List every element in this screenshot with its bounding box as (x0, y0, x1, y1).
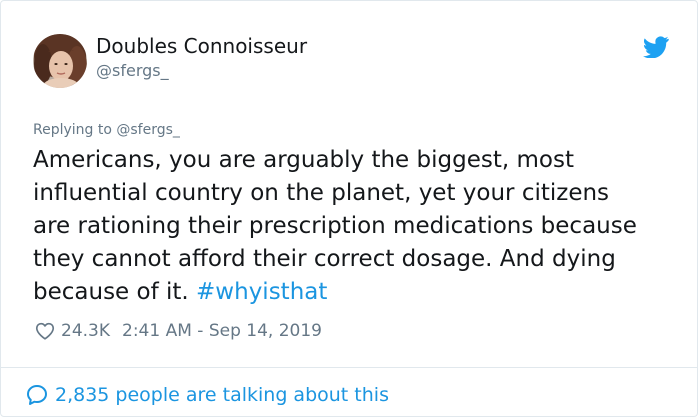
like-button[interactable]: 24.3K (34, 320, 110, 342)
author-handle[interactable]: @sfergs_ (96, 61, 169, 81)
avatar[interactable] (33, 34, 87, 88)
tweet-text-line: influential country on the planet, yet y… (33, 180, 610, 206)
tweet-text-line: they cannot afford their correct dosage.… (33, 246, 616, 272)
hashtag-link[interactable]: #whyisthat (196, 279, 327, 305)
divider (1, 367, 697, 368)
tweet-meta: 24.3K 2:41 AM - Sep 14, 2019 (34, 319, 322, 343)
talking-about-text: 2,835 people are talking about this (55, 384, 389, 406)
replying-to-line: Replying to @sfergs_ (33, 121, 180, 139)
avatar-image (33, 34, 87, 88)
tweet-text-fragment: because of it. (33, 279, 189, 305)
tweet-timestamp[interactable]: 2:41 AM - Sep 14, 2019 (122, 321, 322, 341)
twitter-bird-icon[interactable] (643, 36, 669, 58)
tweet-text-last-line: because of it. #whyisthat (33, 276, 673, 309)
tweet-text: Americans, you are arguably the biggest,… (33, 144, 673, 309)
reply-to-handle-link[interactable]: @sfergs_ (116, 122, 180, 138)
replying-label: Replying to (33, 122, 112, 138)
tweet-text-line: are rationing their prescription medicat… (33, 213, 637, 239)
like-count: 24.3K (61, 321, 110, 341)
talking-about-link[interactable]: 2,835 people are talking about this (25, 382, 389, 408)
speech-bubble-icon (27, 385, 47, 405)
author-name[interactable]: Doubles Connoisseur (96, 34, 307, 58)
heart-icon (35, 322, 55, 340)
tweet-card: Doubles Connoisseur @sfergs_ Replying to… (0, 0, 698, 417)
tweet-text-line: Americans, you are arguably the biggest,… (33, 147, 574, 173)
